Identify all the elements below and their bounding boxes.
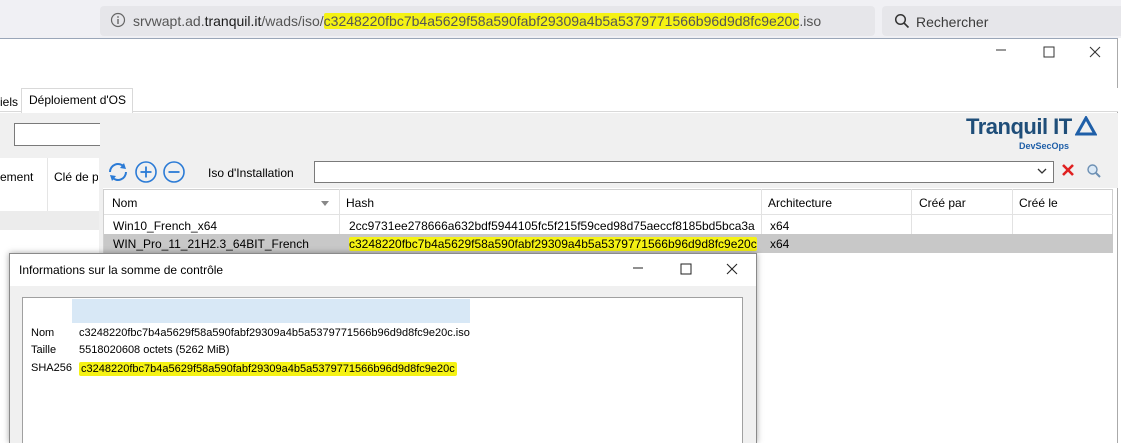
left-column-header[interactable]: Clé de p bbox=[54, 170, 98, 184]
url-hash: c3248220fbc7b4a5629f58a590fabf29309a4b5a… bbox=[323, 13, 800, 29]
add-icon[interactable] bbox=[134, 160, 158, 184]
sha256-value[interactable]: c3248220fbc7b4a5629f58a590fabf29309a4b5a… bbox=[79, 362, 457, 376]
remove-icon[interactable] bbox=[162, 160, 186, 184]
minimize-icon[interactable] bbox=[995, 42, 1007, 61]
close-icon[interactable] bbox=[1089, 45, 1101, 63]
dropdown-arrow-icon[interactable] bbox=[1036, 163, 1048, 182]
iso-select[interactable] bbox=[314, 161, 1054, 183]
cell-hash: c3248220fbc7b4a5629f58a590fabf29309a4b5a… bbox=[349, 237, 757, 251]
tab-os-deployment[interactable]: Déploiement d'OS bbox=[21, 88, 134, 113]
maximize-icon[interactable] bbox=[1043, 45, 1055, 63]
tab-software[interactable]: iels bbox=[0, 92, 20, 112]
cell-name: WIN_Pro_11_21H2.3_64BIT_French bbox=[113, 237, 309, 251]
logo-tagline: DevSecOps bbox=[1019, 141, 1070, 151]
logo-wordmark: Tranquil IT bbox=[966, 114, 1072, 139]
logo-triangle-icon bbox=[1074, 114, 1098, 136]
cell-hash: 2cc9731ee278666a632bdf5944105fc5f215f59c… bbox=[349, 219, 755, 233]
name-value[interactable]: c3248220fbc7b4a5629f58a590fabf29309a4b5a… bbox=[79, 327, 470, 339]
minimize-icon[interactable] bbox=[632, 262, 644, 277]
address-text[interactable]: srvwapt.ad.tranquil.it/wads/iso/c3248220… bbox=[133, 13, 821, 29]
tab-strip bbox=[0, 88, 1118, 112]
search-placeholder: Rechercher bbox=[916, 14, 989, 30]
name-label: Nom bbox=[31, 327, 55, 339]
dialog-header-field bbox=[72, 299, 470, 323]
sort-arrow-icon[interactable] bbox=[320, 197, 330, 211]
column-header-architecture[interactable]: Architecture bbox=[768, 196, 832, 210]
maximize-icon[interactable] bbox=[680, 263, 692, 278]
column-header-created-on[interactable]: Créé le bbox=[1019, 196, 1058, 210]
cell-name: Win10_French_x64 bbox=[113, 219, 218, 233]
left-grid-row[interactable] bbox=[0, 211, 99, 230]
tranquil-it-logo: Tranquil IT bbox=[966, 114, 1098, 140]
dialog-title: Informations sur la somme de contrôle bbox=[19, 263, 224, 277]
left-column-header[interactable]: ement bbox=[0, 170, 33, 184]
header-divider bbox=[104, 214, 1113, 215]
cell-architecture: x64 bbox=[770, 237, 790, 251]
close-icon[interactable] bbox=[726, 263, 738, 278]
sha256-label: SHA256 bbox=[31, 362, 72, 374]
column-header-hash[interactable]: Hash bbox=[346, 196, 374, 210]
url-extension: .iso bbox=[799, 13, 822, 29]
cell-architecture: x64 bbox=[770, 219, 790, 233]
column-header-created-by[interactable]: Créé par bbox=[919, 196, 966, 210]
find-icon[interactable] bbox=[1086, 163, 1102, 182]
search-icon bbox=[894, 13, 910, 29]
url-path: /wads/iso/ bbox=[261, 13, 324, 29]
column-header-name[interactable]: Nom bbox=[112, 196, 137, 210]
refresh-icon[interactable] bbox=[106, 160, 130, 184]
iso-label: Iso d'Installation bbox=[208, 166, 294, 180]
url-prefix: srvwapt.ad. bbox=[133, 13, 205, 29]
size-label: Taille bbox=[31, 344, 57, 356]
clear-icon[interactable] bbox=[1060, 162, 1076, 183]
info-icon[interactable] bbox=[110, 12, 126, 28]
url-host: tranquil.it bbox=[204, 13, 262, 29]
left-filter-input[interactable] bbox=[14, 123, 100, 146]
size-value[interactable]: 5518020608 octets (5262 MiB) bbox=[79, 344, 229, 356]
